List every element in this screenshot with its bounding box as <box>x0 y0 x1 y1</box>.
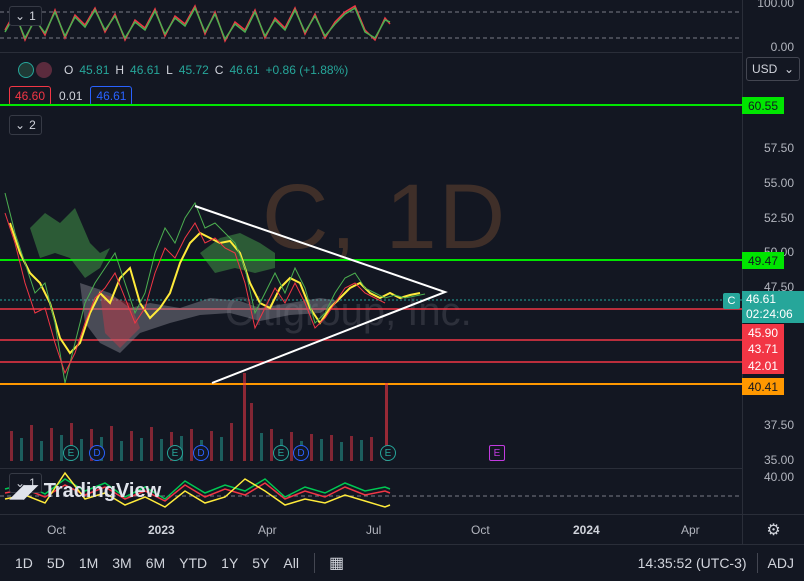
timeframe-1y[interactable]: 1Y <box>214 555 245 571</box>
price-label-60-55: 60.55 <box>742 97 784 114</box>
chevron-down-icon: ⌄ <box>783 62 794 76</box>
current-price-tag: 46.61 02:24:06 <box>742 291 804 323</box>
upcoming-earnings-icon[interactable]: E <box>489 445 505 461</box>
gear-icon: ⚙ <box>766 521 781 539</box>
scale-tick: 100.00 <box>757 0 794 10</box>
currency-select[interactable]: USD ⌄ <box>746 57 800 81</box>
price-label-43-71: 43.71 <box>742 340 784 357</box>
chart-settings-button[interactable]: ⚙ <box>742 514 804 544</box>
earnings-event-icon[interactable]: E <box>273 445 289 461</box>
dividend-event-icon[interactable]: D <box>89 445 105 461</box>
time-tick: Oct <box>471 523 490 537</box>
scale-tick: 52.50 <box>763 211 794 225</box>
timeframe-5d[interactable]: 5D <box>40 555 72 571</box>
tradingview-logo-icon: ◢◤ <box>10 481 38 501</box>
time-tick: Oct <box>47 523 66 537</box>
current-symbol-tag: C <box>723 293 740 309</box>
toolbar-divider <box>313 553 315 573</box>
timeframe-1m[interactable]: 1M <box>72 555 105 571</box>
scale-tick: 35.00 <box>763 453 794 467</box>
dividend-event-icon[interactable]: D <box>193 445 209 461</box>
scale-tick: 57.50 <box>763 141 794 155</box>
scale-tick: 40.00 <box>763 470 794 484</box>
price-label-40-41: 40.41 <box>742 378 784 395</box>
current-price: 46.61 <box>746 292 777 306</box>
oscillator-line-red <box>4 4 391 43</box>
earnings-event-icon[interactable]: E <box>63 445 79 461</box>
clock-timezone[interactable]: 14:35:52 (UTC-3) <box>638 555 747 571</box>
timeframe-6m[interactable]: 6M <box>139 555 172 571</box>
bottom-toolbar: 1D 5D 1M 3M 6M YTD 1Y 5Y All ▦ 14:35:52 … <box>0 544 804 581</box>
earnings-event-icon[interactable]: E <box>167 445 183 461</box>
scale-tick: 37.50 <box>763 418 794 432</box>
timeframe-all[interactable]: All <box>276 555 306 571</box>
oscillator-line-green <box>4 6 391 41</box>
time-axis[interactable]: Oct 2023 Apr Jul Oct 2024 Apr <box>0 514 742 544</box>
time-tick: Jul <box>366 523 382 537</box>
oscillator-pane-top <box>0 4 742 43</box>
earnings-event-icon[interactable]: E <box>380 445 396 461</box>
time-tick: Apr <box>258 523 277 537</box>
cloud-green <box>30 208 110 278</box>
pane1-legend-toggle[interactable]: ⌄ 1 <box>9 6 42 26</box>
chart-area[interactable]: ⌄ 1 O 45.81 H 46.61 L 45.72 C 46.61 +0.86 (+… <box>0 0 804 514</box>
timeframe-1d[interactable]: 1D <box>8 555 40 571</box>
price-pane <box>0 104 742 461</box>
adjust-button[interactable]: ADJ <box>768 555 794 571</box>
bar-countdown: 02:24:06 <box>746 307 793 321</box>
price-label-45-90: 45.90 <box>742 324 784 341</box>
toolbar-divider <box>756 553 758 573</box>
time-tick: 2023 <box>148 523 175 537</box>
date-range-icon[interactable]: ▦ <box>323 553 350 573</box>
chevron-down-icon: ⌄ <box>15 9 26 23</box>
time-tick: 2024 <box>573 523 600 537</box>
timeframe-5y[interactable]: 5Y <box>245 555 276 571</box>
scale-tick: 55.00 <box>763 176 794 190</box>
timeframe-3m[interactable]: 3M <box>105 555 138 571</box>
tradingview-logo[interactable]: ◢◤ TradingView <box>10 480 161 503</box>
triangle-pattern <box>194 205 448 384</box>
dividend-event-icon[interactable]: D <box>293 445 309 461</box>
price-label-49-47: 49.47 <box>742 252 784 269</box>
price-label-42-01: 42.01 <box>742 357 784 374</box>
time-tick: Apr <box>681 523 700 537</box>
scale-tick: 0.00 <box>770 40 794 54</box>
timeframe-ytd[interactable]: YTD <box>172 555 214 571</box>
